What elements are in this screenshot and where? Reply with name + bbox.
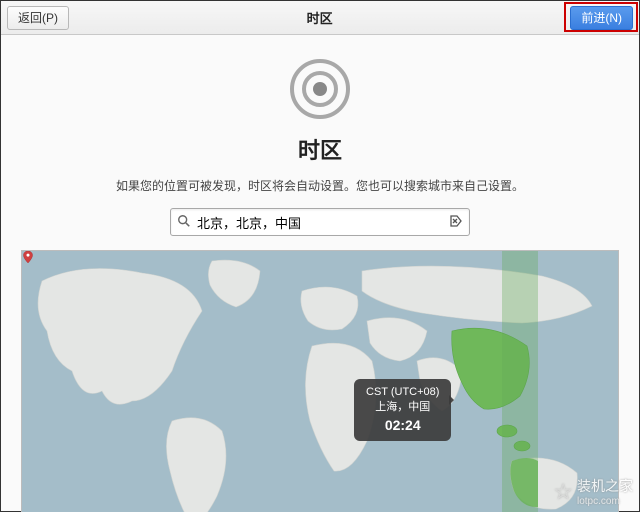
content-area: 时区 如果您的位置可被发现，时区将会自动设置。您也可以搜索城市来自己设置。	[1, 35, 639, 512]
clear-input-icon[interactable]	[448, 213, 464, 229]
page-subtext: 如果您的位置可被发现，时区将会自动设置。您也可以搜索城市来自己设置。	[1, 177, 639, 194]
search-icon	[177, 214, 191, 228]
search-row	[170, 208, 470, 236]
timezone-tooltip: CST (UTC+08) 上海，中国 02:24	[354, 379, 451, 441]
titlebar: 返回(P) 时区 前进(N)	[1, 1, 639, 35]
world-map[interactable]: CST (UTC+08) 上海，中国 02:24	[21, 250, 619, 512]
city-search-input[interactable]	[170, 208, 470, 236]
back-button[interactable]: 返回(P)	[7, 6, 69, 30]
timezone-setup-window: 返回(P) 时区 前进(N) 时区 如果您的位置可被发现，时区将会自动设置。您也…	[0, 0, 640, 512]
tooltip-tz-label: CST (UTC+08)	[366, 385, 439, 400]
page-heading: 时区	[1, 133, 639, 165]
timezone-band-utc+08	[502, 251, 538, 512]
window-title: 时区	[307, 8, 333, 27]
location-pin-icon	[22, 251, 34, 263]
tooltip-city: 上海，中国	[366, 400, 439, 415]
timezone-target-icon	[290, 59, 350, 119]
tooltip-time: 02:24	[366, 416, 439, 435]
next-button[interactable]: 前进(N)	[570, 6, 633, 30]
